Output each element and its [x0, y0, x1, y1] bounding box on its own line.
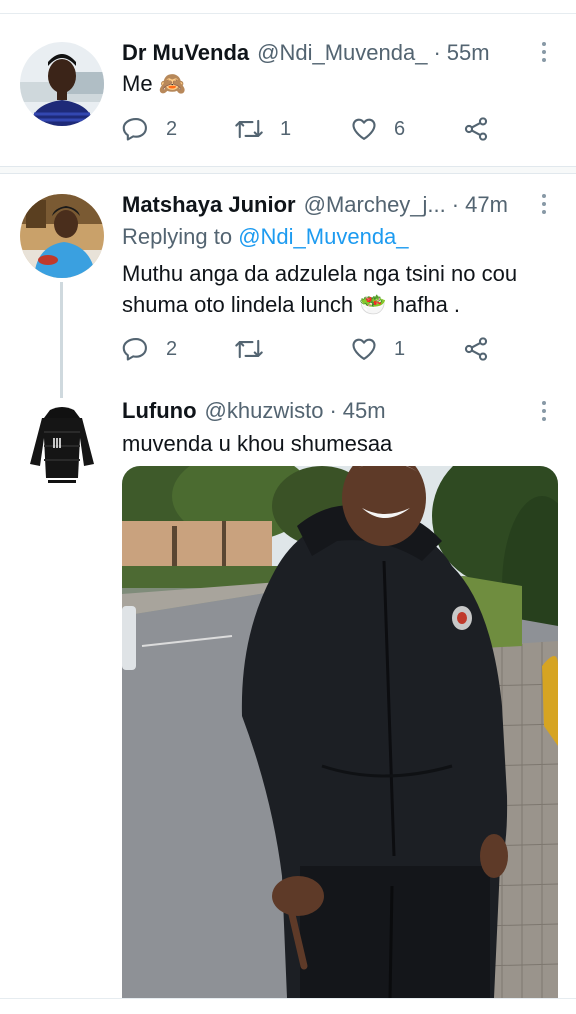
- avatar[interactable]: [20, 42, 104, 126]
- timestamp[interactable]: 45m: [343, 398, 386, 424]
- author-name[interactable]: Lufuno: [122, 398, 197, 424]
- tweet-header: Lufuno @khuzwisto · 45m: [122, 396, 386, 426]
- replying-to: Replying to @Ndi_Muvenda_: [122, 224, 409, 250]
- retweet-button[interactable]: 1: [234, 114, 291, 144]
- reply-button[interactable]: 2: [122, 334, 177, 364]
- thread-line: [60, 282, 63, 398]
- tweet-photo[interactable]: [122, 466, 558, 998]
- retweet-count: 1: [280, 117, 292, 140]
- author-name[interactable]: Dr MuVenda: [122, 40, 249, 66]
- tweet-text: Me 🙈: [122, 71, 187, 96]
- retweet-button[interactable]: [234, 334, 280, 364]
- tweet-text: muvenda u khou shumesaa: [122, 431, 393, 456]
- share-icon: [464, 117, 488, 141]
- like-icon: [352, 118, 376, 140]
- bottom-bar: [0, 998, 576, 1014]
- divider: [0, 173, 576, 174]
- retweet-icon: [235, 119, 263, 139]
- more-icon[interactable]: [534, 399, 554, 423]
- reply-button[interactable]: 2: [122, 114, 177, 144]
- like-count: 6: [394, 117, 406, 140]
- author-handle[interactable]: @Ndi_Muvenda_: [257, 40, 427, 66]
- reply-count: 2: [166, 117, 178, 140]
- reply-icon: [122, 118, 147, 141]
- separator-dot: ·: [329, 398, 337, 423]
- timestamp[interactable]: 55m: [447, 40, 490, 66]
- avatar[interactable]: [20, 194, 104, 278]
- like-icon: [352, 338, 376, 360]
- tweet-header: Dr MuVenda @Ndi_Muvenda_ · 55m: [122, 38, 490, 68]
- tweet-text: Muthu anga da adzulela nga tsini no cou …: [122, 261, 518, 317]
- retweet-icon: [235, 339, 263, 359]
- tweet-actions: 2 1 6: [122, 114, 542, 144]
- author-name[interactable]: Matshaya Junior: [122, 192, 296, 218]
- author-handle[interactable]: @Marchey_j...: [304, 192, 446, 218]
- separator-dot: ·: [433, 40, 441, 65]
- avatar[interactable]: [20, 402, 104, 486]
- more-icon[interactable]: [534, 40, 554, 64]
- top-strip: [0, 0, 576, 14]
- replying-to-label: Replying to: [122, 224, 233, 249]
- share-icon: [464, 337, 488, 361]
- tweet-header: Matshaya Junior @Marchey_j... · 47m: [122, 190, 508, 220]
- reply-count: 2: [166, 337, 178, 360]
- like-button[interactable]: 1: [350, 334, 405, 364]
- like-button[interactable]: 6: [350, 114, 405, 144]
- share-button[interactable]: [462, 114, 490, 144]
- share-button[interactable]: [462, 334, 490, 364]
- reply-icon: [122, 338, 147, 361]
- author-handle[interactable]: @khuzwisto: [205, 398, 324, 424]
- separator-dot: ·: [451, 192, 460, 217]
- timestamp[interactable]: 47m: [465, 192, 508, 218]
- replying-to-mention[interactable]: @Ndi_Muvenda_: [238, 224, 408, 249]
- more-icon[interactable]: [534, 192, 554, 216]
- like-count: 1: [394, 337, 406, 360]
- tweet-actions: 2 1: [122, 334, 542, 364]
